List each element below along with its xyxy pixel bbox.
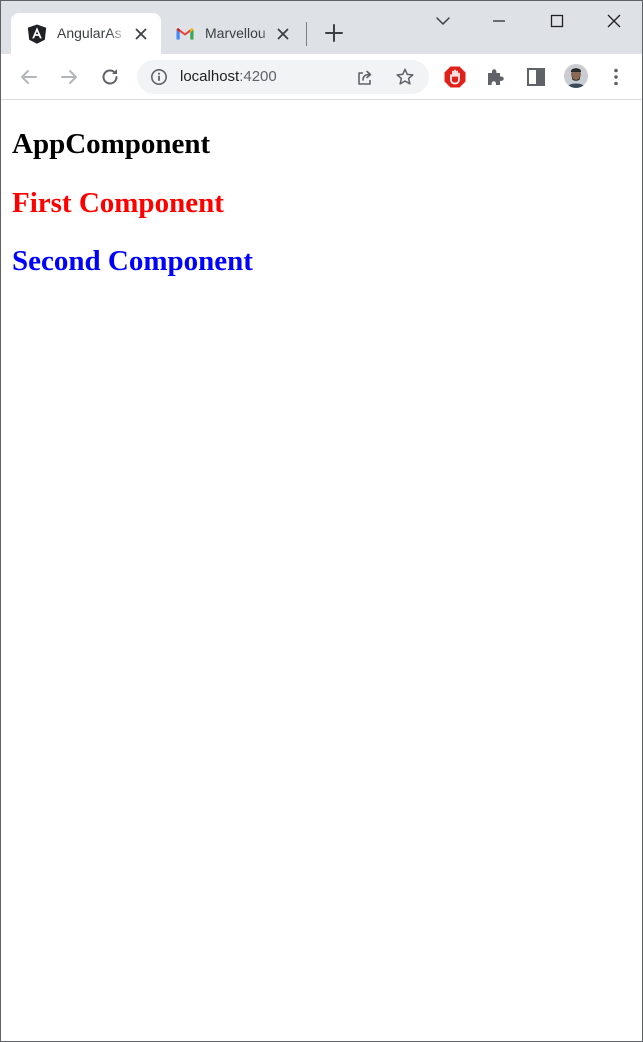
second-component-heading: Second Component	[12, 245, 253, 277]
tab-separator	[306, 22, 307, 46]
angular-icon	[27, 24, 47, 44]
forward-arrow-icon[interactable]	[57, 65, 81, 89]
gmail-icon	[176, 28, 194, 40]
back-arrow-icon[interactable]	[17, 65, 41, 89]
menu-kebab-icon[interactable]	[604, 65, 628, 89]
share-icon[interactable]	[355, 67, 375, 87]
site-info-icon[interactable]	[150, 68, 168, 86]
close-tab-icon[interactable]	[275, 26, 291, 42]
close-tab-icon[interactable]	[133, 26, 149, 42]
profile-avatar[interactable]	[564, 64, 588, 88]
tab-angular[interactable]: AngularAs	[11, 13, 161, 54]
adblock-stop-icon[interactable]	[443, 65, 467, 89]
maximize-icon[interactable]	[545, 9, 569, 33]
reload-icon[interactable]	[98, 65, 122, 89]
page-content: AppComponent First Component Second Comp…	[1, 101, 642, 1041]
browser-window: AngularAs Marvellou localhost:4200 AppCo…	[0, 0, 643, 1042]
tab-search-chevron-icon[interactable]	[431, 9, 455, 33]
tab-strip: AngularAs Marvellou	[1, 1, 642, 54]
url-port: :4200	[239, 68, 277, 85]
extensions-puzzle-icon[interactable]	[484, 65, 508, 89]
tab-gmail[interactable]: Marvellou	[163, 13, 303, 54]
new-tab-icon[interactable]	[323, 22, 345, 44]
tab-title: Marvellou	[205, 25, 266, 41]
url-host: localhost	[180, 68, 240, 85]
bookmark-star-icon[interactable]	[395, 67, 415, 87]
address-url[interactable]: localhost:4200	[180, 68, 277, 85]
window-close-icon[interactable]	[602, 9, 626, 33]
app-component-heading: AppComponent	[12, 128, 211, 160]
browser-toolbar: localhost:4200	[1, 54, 642, 100]
address-bar[interactable]: localhost:4200	[137, 60, 429, 94]
side-panel-icon[interactable]	[524, 65, 548, 89]
tab-title: AngularAs	[57, 25, 122, 41]
minimize-icon[interactable]	[487, 9, 511, 33]
first-component-heading: First Component	[12, 187, 224, 219]
